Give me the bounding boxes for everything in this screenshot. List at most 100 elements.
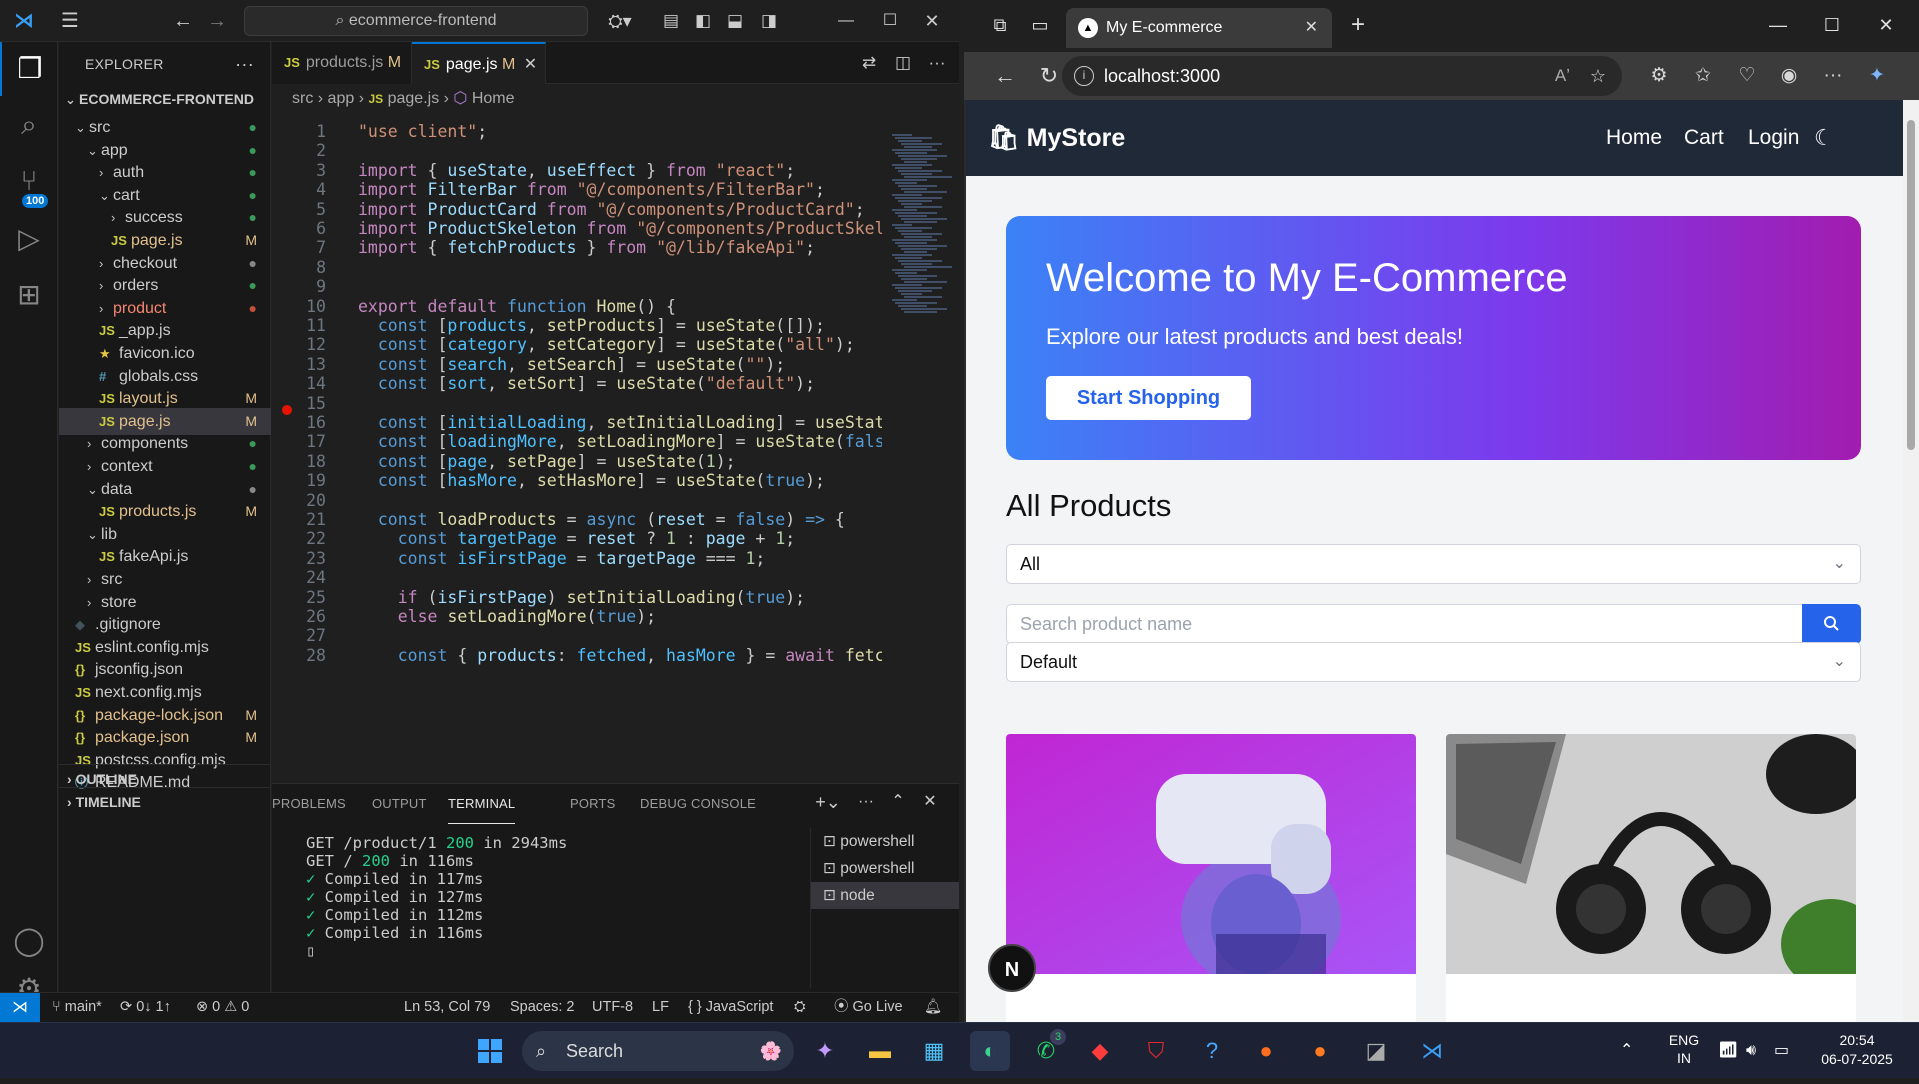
site-info-icon[interactable]: i	[1074, 66, 1094, 86]
tab-actions-icon[interactable]: ▭	[1018, 0, 1062, 50]
category-select[interactable]: All ⌄	[1006, 544, 1861, 584]
nav-home-link[interactable]: Home	[1606, 100, 1662, 176]
run-debug-icon[interactable]: ▷	[0, 212, 58, 266]
search-button[interactable]	[1802, 604, 1861, 644]
more-actions-icon[interactable]: ···	[235, 42, 254, 86]
terminal-output[interactable]: GET /product/1 200 in 2943ms GET / 200 in…	[306, 834, 826, 960]
tab-output[interactable]: OUTPUT	[372, 784, 427, 824]
product-card[interactable]	[1446, 734, 1856, 1022]
brave-profile-icon[interactable]: ●	[1300, 1031, 1340, 1071]
minimize-icon[interactable]: —	[826, 0, 866, 42]
maximize-icon[interactable]: ☐	[1810, 0, 1854, 50]
search-input[interactable]: Search product name	[1006, 604, 1802, 644]
language-mode[interactable]: { } JavaScript	[688, 993, 773, 1022]
search-icon[interactable]: ⌕	[0, 98, 58, 152]
clock[interactable]: 20:54 06-07-2025	[1812, 1031, 1902, 1069]
tab-products-js[interactable]: JS products.js M	[272, 42, 412, 84]
product-card[interactable]	[1006, 734, 1416, 1022]
nextjs-dev-indicator[interactable]: N	[988, 944, 1036, 992]
read-aloud-icon[interactable]: Aʼ	[1555, 56, 1570, 96]
breakpoint-icon[interactable]	[282, 405, 292, 415]
tab-page-js[interactable]: JS page.js M ✕	[412, 42, 546, 84]
menu-icon[interactable]: ☰	[52, 0, 88, 42]
get-help-icon[interactable]: ?	[1192, 1031, 1232, 1071]
explorer-icon[interactable]: ❐	[0, 42, 58, 96]
browser-tab[interactable]: ▲ My E-commerce ✕	[1066, 8, 1332, 48]
timeline-section[interactable]: › TIMELINE	[59, 787, 271, 815]
toggle-sidebar-icon[interactable]: ◧	[688, 0, 718, 42]
anydesk-icon[interactable]: ◆	[1080, 1031, 1120, 1071]
tab-close-icon[interactable]: ✕	[524, 56, 537, 73]
close-icon[interactable]: ✕	[1864, 0, 1908, 50]
forward-arrow-icon[interactable]: →	[202, 0, 232, 42]
split-editor-icon[interactable]: ◫	[888, 42, 918, 84]
cursor-position[interactable]: Ln 53, Col 79	[404, 993, 490, 1022]
encoding[interactable]: UTF-8	[592, 993, 633, 1022]
language-indicator[interactable]: ENG IN	[1664, 1031, 1704, 1067]
terminal-instance[interactable]: ⊡ node	[811, 882, 959, 909]
show-hidden-icons-icon[interactable]: ⌃	[1620, 1023, 1633, 1079]
terminal-instance[interactable]: ⊡ powershell	[811, 828, 959, 855]
battery-icon[interactable]: ▭	[1774, 1023, 1789, 1079]
copilot-app-icon[interactable]: ✦	[805, 1031, 845, 1071]
scrollbar-thumb[interactable]	[1907, 120, 1915, 450]
favorite-star-icon[interactable]: ☆	[1590, 56, 1606, 96]
new-terminal-icon[interactable]: +⌄	[808, 782, 848, 822]
start-shopping-button[interactable]: Start Shopping	[1046, 376, 1251, 420]
copilot-icon[interactable]: ⛭▾	[600, 0, 640, 42]
account-icon[interactable]: ◯	[0, 914, 58, 968]
end-of-line[interactable]: LF	[652, 993, 669, 1022]
nav-login-link[interactable]: Login	[1748, 100, 1799, 176]
toggle-panel-icon[interactable]: ⬓	[720, 0, 750, 42]
tab-debug-console[interactable]: DEBUG CONSOLE	[640, 784, 756, 824]
volume-icon[interactable]: 🔊︎	[1746, 1023, 1756, 1079]
new-tab-icon[interactable]: +	[1336, 0, 1380, 50]
copilot-icon[interactable]: ✦	[1858, 52, 1896, 100]
close-icon[interactable]: ✕	[912, 0, 952, 42]
terminal-instance[interactable]: ⊡ powershell	[811, 855, 959, 882]
nav-cart-link[interactable]: Cart	[1684, 100, 1724, 176]
page-scrollbar[interactable]	[1903, 100, 1919, 1022]
breadcrumb-item[interactable]: page.js	[388, 90, 440, 107]
back-arrow-icon[interactable]: ←	[986, 52, 1024, 100]
whatsapp-icon[interactable]: ✆ 3	[1026, 1029, 1066, 1071]
extensions-icon[interactable]: ⚙	[1640, 52, 1678, 100]
address-bar[interactable]: i localhost:3000 Aʼ ☆	[1062, 56, 1622, 96]
compare-changes-icon[interactable]: ⇄	[854, 42, 884, 84]
branch-indicator[interactable]: ⑂ main*	[52, 993, 102, 1022]
dark-mode-moon-icon[interactable]: ☾	[1814, 100, 1834, 176]
copilot-status-icon[interactable]: ⛭	[794, 993, 806, 1022]
mcafee-icon[interactable]: ⛉	[1136, 1031, 1176, 1071]
root-folder[interactable]: ⌄ ECOMMERCE-FRONTEND	[59, 86, 271, 113]
command-center[interactable]: ⌕ ecommerce-frontend	[244, 6, 588, 36]
remote-indicator-icon[interactable]: ⋊	[0, 993, 40, 1022]
sync-indicator[interactable]: ⟳ 0↓ 1↑	[120, 993, 171, 1022]
sort-select[interactable]: Default ⌄	[1006, 642, 1861, 682]
breadcrumb-item[interactable]: Home	[472, 90, 515, 107]
extensions-icon[interactable]: ⊞	[0, 268, 58, 322]
more-menu-icon[interactable]: ···	[1814, 52, 1852, 100]
breadcrumb-item[interactable]: app	[328, 90, 355, 107]
start-windows-icon[interactable]	[470, 1031, 510, 1071]
code-editor[interactable]: 1 "use client"; 2 3 import { useState, useEf…	[272, 114, 882, 782]
microsoft-store-icon[interactable]: ▦	[914, 1031, 954, 1071]
minimap[interactable]	[884, 114, 959, 782]
more-actions-icon[interactable]: ···	[922, 42, 952, 84]
favorites-icon[interactable]: ✩	[1684, 52, 1722, 100]
store-logo[interactable]: 🛍 MyStore	[988, 100, 1125, 176]
file-explorer-icon[interactable]: ▬	[860, 1031, 900, 1071]
tab-ports[interactable]: PORTS	[570, 784, 616, 824]
maximize-icon[interactable]: ☐	[870, 0, 910, 42]
problems-indicator[interactable]: ⊗ 0 ⚠ 0	[196, 993, 249, 1022]
tab-problems[interactable]: PROBLEMS	[272, 784, 346, 824]
more-actions-icon[interactable]: ···	[852, 782, 880, 822]
sublime-text-icon[interactable]: ◪	[1356, 1031, 1396, 1071]
close-panel-icon[interactable]: ✕	[916, 782, 944, 822]
layout-customize-icon[interactable]: ▤	[656, 0, 686, 42]
maximize-panel-icon[interactable]: ⌃	[884, 782, 912, 822]
vscode-app-icon[interactable]: ⋊	[1412, 1031, 1452, 1071]
minimize-icon[interactable]: —	[1756, 0, 1800, 50]
back-arrow-icon[interactable]: ←	[168, 0, 198, 42]
profile-avatar[interactable]: ◉	[1770, 52, 1808, 100]
breadcrumb-item[interactable]: src	[292, 90, 313, 107]
